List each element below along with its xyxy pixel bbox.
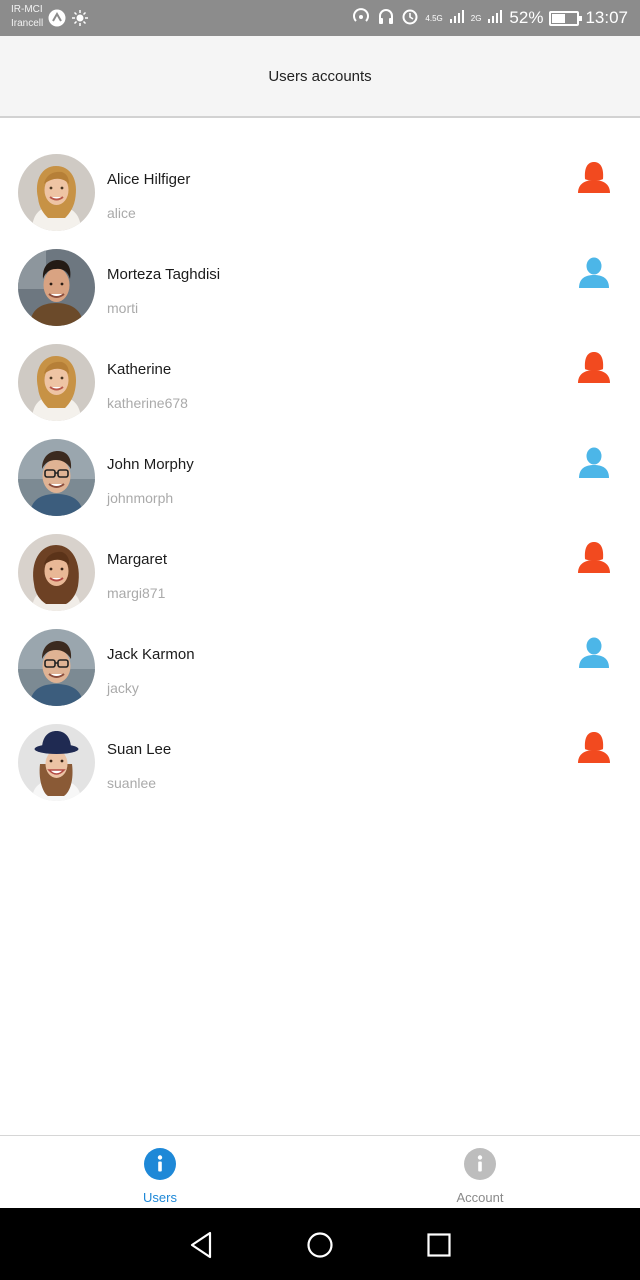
status-indicators: 4.5G 2G 52% 13:07 (351, 0, 628, 36)
user-avatar (18, 439, 95, 516)
network-type-b: 2G (470, 13, 482, 23)
user-avatar (18, 249, 95, 326)
user-list-item[interactable]: Morteza Taghdisi morti (0, 240, 640, 335)
carrier-line-1: IR-MCI (11, 4, 43, 15)
user-name: Morteza Taghdisi (107, 266, 221, 283)
user-username: margi871 (107, 585, 166, 601)
user-list-item[interactable]: Katherine katherine678 (0, 335, 640, 430)
user-name: John Morphy (107, 456, 194, 473)
user-username: jacky (107, 680, 139, 696)
page-title: Users accounts (268, 67, 372, 85)
info-icon (464, 1148, 496, 1180)
female-user-icon (576, 160, 612, 196)
user-username: johnmorph (107, 490, 174, 506)
user-avatar (18, 344, 95, 421)
clock: 13:07 (585, 8, 628, 27)
network-type-a: 4.5G (425, 13, 443, 23)
user-list-item[interactable]: Margaret margi871 (0, 525, 640, 620)
home-icon[interactable] (305, 1230, 335, 1260)
user-list-item[interactable]: Suan Lee suanlee (0, 715, 640, 810)
tab-users-label: Users (143, 1190, 177, 1205)
user-avatar (18, 154, 95, 231)
battery-percent: 52% (509, 8, 544, 27)
user-username: morti (107, 300, 139, 316)
user-list-item[interactable]: Jack Karmon jacky (0, 620, 640, 715)
female-user-icon (576, 350, 612, 386)
bottom-tab-bar: Users Account (0, 1135, 640, 1208)
female-user-icon (576, 730, 612, 766)
headphones-icon (377, 7, 395, 30)
user-name: Katherine (107, 361, 172, 378)
user-username: suanlee (107, 775, 157, 791)
app-header: Users accounts (0, 36, 640, 118)
brightness-icon (71, 9, 89, 27)
system-navigation-bar (0, 1208, 640, 1280)
user-name: Suan Lee (107, 741, 172, 758)
tab-users[interactable]: Users (0, 1136, 320, 1208)
user-list-item[interactable]: John Morphy johnmorph (0, 430, 640, 525)
back-icon[interactable] (186, 1230, 216, 1260)
user-avatar (18, 724, 95, 801)
male-user-icon (576, 255, 612, 291)
carrier-info: IR-MCI Irancell (11, 3, 43, 31)
user-avatar (18, 629, 95, 706)
info-icon (144, 1148, 176, 1180)
user-avatar (18, 534, 95, 611)
app-notification-icon (48, 9, 66, 27)
user-name: Jack Karmon (107, 646, 195, 663)
male-user-icon (576, 445, 612, 481)
user-username: alice (107, 205, 136, 221)
tab-account[interactable]: Account (320, 1136, 640, 1208)
male-user-icon (576, 635, 612, 671)
recents-icon[interactable] (424, 1230, 454, 1260)
signal-icon-a (449, 8, 465, 29)
user-name: Margaret (107, 551, 168, 568)
status-bar: IR-MCI Irancell 4.5G 2G 52% 13:07 (0, 0, 640, 36)
signal-icon-b (487, 8, 503, 29)
hotspot-icon (351, 7, 371, 30)
female-user-icon (576, 540, 612, 576)
battery-icon (549, 10, 583, 26)
alarm-icon (401, 7, 419, 30)
user-list-item[interactable]: Alice Hilfiger alice (0, 145, 640, 240)
tab-account-label: Account (456, 1190, 504, 1205)
user-username: katherine678 (107, 395, 188, 411)
carrier-line-2: Irancell (11, 18, 44, 29)
user-name: Alice Hilfiger (107, 171, 191, 188)
user-list: Alice Hilfiger alice Morteza Taghdisi mort… (0, 145, 640, 810)
